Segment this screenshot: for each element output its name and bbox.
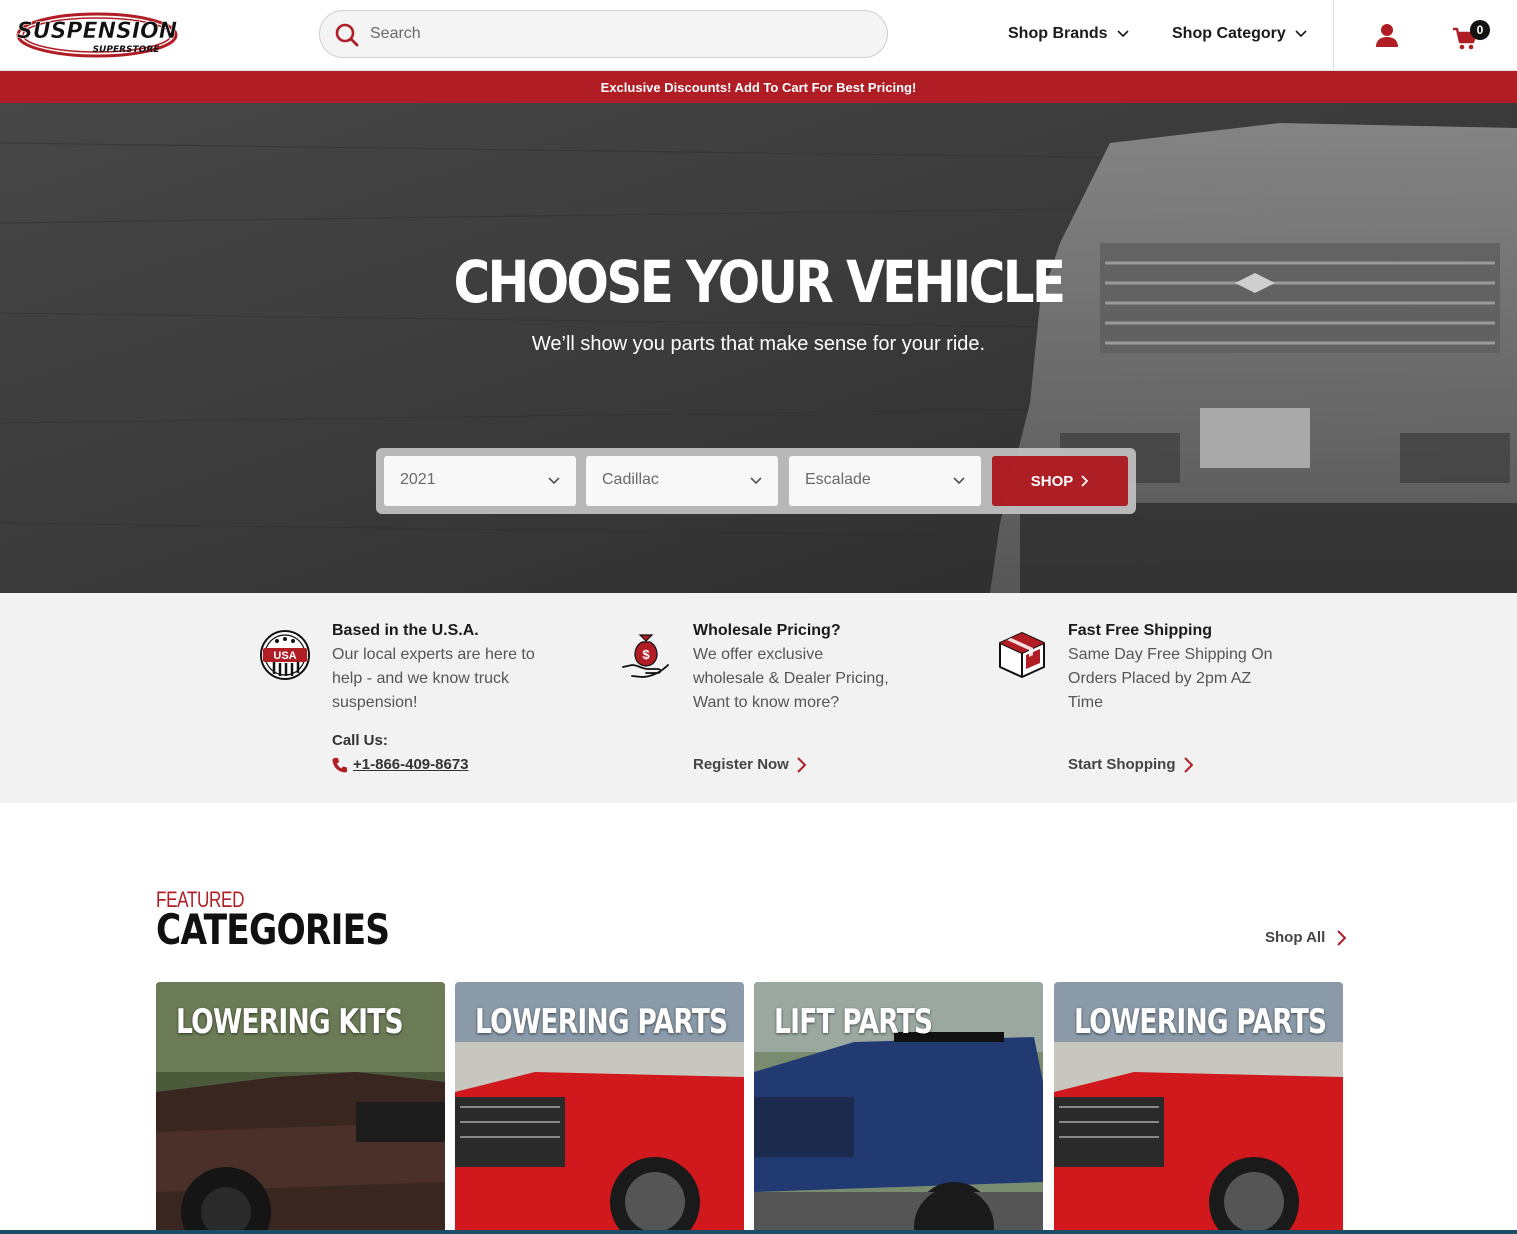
search-input[interactable] bbox=[368, 19, 868, 49]
call-us-label: Call Us: bbox=[332, 732, 388, 749]
svg-text:$: $ bbox=[642, 647, 650, 662]
user-icon bbox=[1376, 24, 1398, 47]
feature-text-line: wholesale & Dealer Pricing, bbox=[693, 670, 889, 687]
header-divider bbox=[1333, 0, 1334, 71]
page-bottom-border bbox=[0, 1230, 1517, 1234]
chevron-right-icon bbox=[1081, 475, 1089, 487]
chevron-down-icon bbox=[1295, 30, 1307, 38]
chevron-down-icon bbox=[750, 477, 762, 485]
feature-text-line: Want to know more? bbox=[693, 694, 840, 711]
money-bag-icon: $ bbox=[622, 634, 669, 678]
chevron-down-icon bbox=[953, 477, 965, 485]
cart-count-badge: 0 bbox=[1470, 20, 1490, 40]
cart-button[interactable]: 0 bbox=[1452, 20, 1492, 50]
category-card-lowering-kits[interactable]: LOWERING KITS bbox=[156, 982, 445, 1234]
category-card-label: LIFT PARTS bbox=[774, 1002, 933, 1042]
category-card-lowering-parts[interactable]: LOWERING PARTS bbox=[455, 982, 744, 1234]
feature-title: Fast Free Shipping bbox=[1068, 622, 1213, 639]
register-now-link[interactable]: Register Now bbox=[693, 756, 806, 773]
shop-all-label: Shop All bbox=[1265, 929, 1326, 946]
feature-text-line: We offer exclusive bbox=[693, 646, 824, 663]
hero-section: CHOOSE YOUR VEHICLE We’ll show you parts… bbox=[0, 103, 1517, 593]
category-card-lift-parts[interactable]: LIFT PARTS bbox=[754, 982, 1043, 1234]
site-logo[interactable]: SUSPENSION SUPERSTORE bbox=[16, 12, 178, 58]
phone-link[interactable]: +1-866-409-8673 bbox=[332, 756, 469, 773]
feature-text-line: Same Day Free Shipping On bbox=[1068, 646, 1273, 663]
logo-graphic: SUSPENSION SUPERSTORE bbox=[16, 12, 178, 58]
feature-description: Our local experts are here to help - and… bbox=[332, 643, 535, 715]
promo-bar: Exclusive Discounts! Add To Cart For Bes… bbox=[0, 71, 1517, 103]
model-select-value: Escalade bbox=[805, 471, 871, 488]
feature-title: Based in the U.S.A. bbox=[332, 622, 479, 639]
shop-button-label: SHOP bbox=[1030, 472, 1074, 490]
category-card-label: LOWERING KITS bbox=[176, 1002, 404, 1042]
promo-text: Exclusive Discounts! Add To Cart For Bes… bbox=[600, 79, 917, 95]
account-button[interactable] bbox=[1374, 22, 1400, 48]
site-header: SUSPENSION SUPERSTORE Shop Brands Shop C… bbox=[0, 0, 1517, 71]
chevron-down-icon bbox=[1116, 30, 1129, 38]
box-icon bbox=[999, 632, 1045, 678]
year-select-value: 2021 bbox=[400, 471, 436, 488]
feature-description: We offer exclusive wholesale & Dealer Pr… bbox=[693, 643, 889, 715]
svg-text:SUPERSTORE: SUPERSTORE bbox=[93, 45, 161, 55]
features-section: USA Based in the U.S.A. Our local expert… bbox=[0, 593, 1517, 803]
shop-all-link[interactable]: Shop All bbox=[1265, 929, 1347, 946]
make-select-value: Cadillac bbox=[602, 471, 659, 488]
shop-button[interactable]: SHOP bbox=[992, 456, 1128, 506]
feature-text-line: Orders Placed by 2pm AZ bbox=[1068, 670, 1252, 687]
usa-badge-icon: USA bbox=[260, 630, 310, 680]
hero-title: CHOOSE YOUR VEHICLE bbox=[453, 248, 1067, 316]
feature-text-line: Our local experts are here to bbox=[332, 646, 535, 663]
nav-shop-brands[interactable]: Shop Brands bbox=[1008, 22, 1129, 46]
search-icon[interactable] bbox=[334, 22, 360, 48]
nav-shop-brands-label: Shop Brands bbox=[1008, 25, 1108, 42]
year-select[interactable]: 2021 bbox=[384, 456, 576, 506]
phone-icon bbox=[332, 757, 347, 772]
start-shopping-link[interactable]: Start Shopping bbox=[1068, 756, 1193, 773]
feature-text-line: Time bbox=[1068, 694, 1103, 711]
chevron-right-icon bbox=[797, 756, 806, 773]
hero-subtitle: We’ll show you parts that make sense for… bbox=[531, 333, 986, 355]
search-bar[interactable] bbox=[319, 10, 888, 58]
phone-number: +1-866-409-8673 bbox=[353, 756, 469, 773]
category-card-label: LOWERING PARTS bbox=[475, 1002, 728, 1042]
feature-text-line: suspension! bbox=[332, 694, 418, 711]
svg-text:SUSPENSION: SUSPENSION bbox=[17, 19, 177, 44]
usa-badge-text: USA bbox=[273, 650, 296, 662]
nav-shop-category-label: Shop Category bbox=[1172, 25, 1286, 42]
feature-title: Wholesale Pricing? bbox=[693, 622, 841, 639]
chevron-down-icon bbox=[548, 477, 560, 485]
nav-shop-category[interactable]: Shop Category bbox=[1172, 22, 1307, 46]
feature-description: Same Day Free Shipping On Orders Placed … bbox=[1068, 643, 1273, 715]
chevron-right-icon bbox=[1337, 929, 1347, 946]
category-card-label: LOWERING PARTS bbox=[1074, 1002, 1327, 1042]
vehicle-selector: 2021 Cadillac Escalade SHOP bbox=[376, 448, 1136, 514]
make-select[interactable]: Cadillac bbox=[586, 456, 778, 506]
start-shopping-label: Start Shopping bbox=[1068, 756, 1176, 773]
register-now-label: Register Now bbox=[693, 756, 789, 773]
chevron-right-icon bbox=[1183, 756, 1193, 773]
model-select[interactable]: Escalade bbox=[789, 456, 981, 506]
feature-text-line: help - and we know truck bbox=[332, 670, 509, 687]
categories-heading: CATEGORIES bbox=[156, 905, 390, 954]
category-card-lowering-parts-2[interactable]: LOWERING PARTS bbox=[1054, 982, 1343, 1234]
